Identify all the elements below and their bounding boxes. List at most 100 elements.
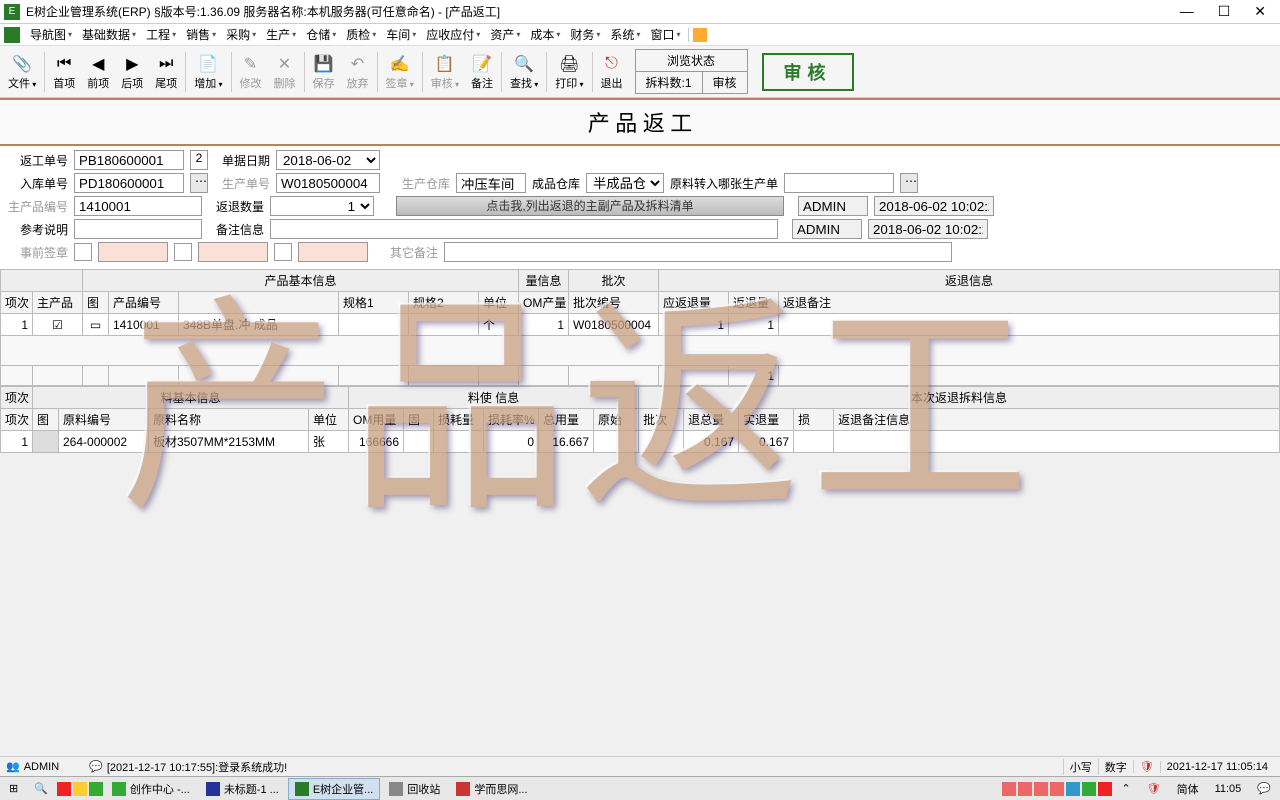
input-returnno[interactable] xyxy=(74,150,184,170)
taskbar-item-active[interactable]: E树企业管... xyxy=(288,778,381,800)
menu-qc[interactable]: 质检 xyxy=(342,24,380,45)
label-noteinfo: 备注信息 xyxy=(208,221,264,238)
menu-purchase[interactable]: 采购 xyxy=(222,24,260,45)
maximize-button[interactable]: ☐ xyxy=(1218,3,1231,20)
tool-edit[interactable]: ✎修改 xyxy=(234,51,268,93)
tool-file[interactable]: 📎文件 xyxy=(2,51,42,93)
tray-clock[interactable]: 11:05 xyxy=(1208,780,1249,798)
tray-icon[interactable] xyxy=(1066,782,1080,796)
status-box: 浏览状态 拆料数:1 审核 xyxy=(635,49,748,94)
tray-icon[interactable] xyxy=(1050,782,1064,796)
grid-materials: 项次 料基本信息 料使 信息 本次返退拆料信息 项次 图 原料编号 原料名称 单… xyxy=(0,386,1280,453)
tool-first[interactable]: ⏮首项 xyxy=(47,51,81,93)
qq-icon[interactable] xyxy=(57,782,71,796)
tool-save[interactable]: 💾保存 xyxy=(307,51,341,93)
grp2-basic: 料基本信息 xyxy=(33,387,349,409)
tray-chevron-icon[interactable]: ⌃ xyxy=(1114,779,1137,798)
check-presign-3[interactable] xyxy=(274,243,292,261)
menu-sales[interactable]: 销售 xyxy=(182,24,220,45)
list-button[interactable]: 点击我,列出返退的主副产品及拆料清单 xyxy=(396,196,784,216)
presign-box-2 xyxy=(198,242,268,262)
tray-icon[interactable] xyxy=(1002,782,1016,796)
tool-del[interactable]: ✕删除 xyxy=(268,51,302,93)
menu-window[interactable]: 窗口 xyxy=(646,24,684,45)
menu-finance[interactable]: 财务 xyxy=(566,24,604,45)
menu-basedata[interactable]: 基础数据 xyxy=(78,24,140,45)
menu-warehouse[interactable]: 仓储 xyxy=(302,24,340,45)
tool-audit[interactable]: 📋审核 xyxy=(425,51,465,93)
menu-project[interactable]: 工程 xyxy=(142,24,180,45)
status-audit: 审核 xyxy=(703,72,747,93)
label-prodwh: 生产仓库 xyxy=(402,175,450,192)
input-othernote[interactable] xyxy=(444,242,952,262)
menu-production[interactable]: 生产 xyxy=(262,24,300,45)
menubar: 导航图 基础数据 工程 销售 采购 生产 仓储 质检 车间 应收应付 资产 成本… xyxy=(0,24,1280,46)
tray-icon[interactable] xyxy=(1018,782,1032,796)
label-returnno: 返工单号 xyxy=(8,152,68,169)
minimize-button[interactable]: — xyxy=(1180,3,1194,20)
close-button[interactable]: ✕ xyxy=(1254,3,1266,20)
input-ref[interactable] xyxy=(74,219,202,239)
taskbar-item[interactable]: 回收站 xyxy=(382,778,447,800)
menu-asset[interactable]: 资产 xyxy=(486,24,524,45)
tool-sign[interactable]: ✍签章 xyxy=(380,51,420,93)
input-finwh[interactable]: 半成品仓 xyxy=(586,173,664,193)
tool-add[interactable]: 📄增加 xyxy=(188,51,228,93)
menu-workshop[interactable]: 车间 xyxy=(382,24,420,45)
tool-find[interactable]: 🔍查找 xyxy=(504,51,544,93)
table-row[interactable]: 1 264-000002 板材3507MM*2153MM 张 166666 0 … xyxy=(1,431,1280,453)
tool-print[interactable]: 🖨打印 xyxy=(549,51,589,93)
input-matto[interactable] xyxy=(784,173,894,193)
tray-ime[interactable]: 简体 xyxy=(1170,778,1206,800)
mail-icon[interactable] xyxy=(693,28,707,42)
taskbar-item[interactable]: 学而思网... xyxy=(449,778,534,800)
toolbar: 📎文件 ⏮首项 ◀前项 ▶后项 ⏭尾项 📄增加 ✎修改 ✕删除 💾保存 ↶放弃 … xyxy=(0,46,1280,98)
menu-system[interactable]: 系统 xyxy=(606,24,644,45)
tray-icon[interactable] xyxy=(1098,782,1112,796)
check-presign-2[interactable] xyxy=(174,243,192,261)
tool-prev[interactable]: ◀前项 xyxy=(81,51,115,93)
grp-basic: 产品基本信息 xyxy=(83,270,519,292)
browse-inno[interactable]: ⋯ xyxy=(190,173,208,193)
grp-ret: 返退信息 xyxy=(659,270,1280,292)
input-mainprod[interactable] xyxy=(74,196,202,216)
taskbar-item[interactable]: 未标题-1 ... xyxy=(199,778,286,800)
table-sum xyxy=(1,336,1280,366)
menu-arap[interactable]: 应收应付 xyxy=(422,24,484,45)
input-billdate[interactable]: 2018-06-02 xyxy=(276,150,380,170)
form-area: 返工单号 2 单据日期 2018-06-02 入库单号 ⋯ 生产单号 生产仓库 … xyxy=(0,146,1280,269)
taskbar-item[interactable]: 创作中心 -... xyxy=(105,778,197,800)
window-title: E树企业管理系统(ERP) §版本号:1.36.09 服务器名称:本机服务器(可… xyxy=(26,3,1180,20)
tool-next[interactable]: ▶后项 xyxy=(115,51,149,93)
menu-cost[interactable]: 成本 xyxy=(526,24,564,45)
label-presign: 事前签章 xyxy=(8,244,68,261)
tool-last[interactable]: ⏭尾项 xyxy=(149,51,183,93)
tool-cancel[interactable]: ↶放弃 xyxy=(341,51,375,93)
edge-icon[interactable] xyxy=(89,782,103,796)
tray-icon[interactable] xyxy=(1082,782,1096,796)
tray-icon[interactable] xyxy=(1034,782,1048,796)
tool-note[interactable]: 📝备注 xyxy=(465,51,499,93)
tray-notif-icon[interactable]: 💬 xyxy=(1250,779,1278,798)
input-retqty[interactable]: 1 xyxy=(270,196,374,216)
label-billdate: 单据日期 xyxy=(214,152,270,169)
presign-box-1 xyxy=(98,242,168,262)
check-presign-1[interactable] xyxy=(74,243,92,261)
tool-exit[interactable]: ⎋退出 xyxy=(595,51,629,93)
start-button[interactable]: ⊞ xyxy=(2,779,25,798)
table-row[interactable]: 1 ☑ ▭ 1410001 348B单盘.冲 成品 个 1 W018050000… xyxy=(1,314,1280,336)
app-icon: E xyxy=(4,4,20,20)
grp-qty: 量信息 xyxy=(519,270,569,292)
input-prodno[interactable] xyxy=(276,173,380,193)
input-prodwh[interactable] xyxy=(456,173,526,193)
menu-nav[interactable]: 导航图 xyxy=(26,24,76,45)
label-othernote: 其它备注 xyxy=(390,244,438,261)
input-inno[interactable] xyxy=(74,173,184,193)
input-noteinfo[interactable] xyxy=(270,219,778,239)
audit-stamp: 审核 xyxy=(762,53,854,91)
browse-matto[interactable]: ⋯ xyxy=(900,173,918,193)
tray-shield-icon[interactable]: 🛡 xyxy=(1140,779,1168,798)
folder-icon[interactable] xyxy=(73,782,87,796)
status-bubble-icon: 💬 xyxy=(89,760,103,773)
search-button[interactable]: 🔍 xyxy=(27,779,55,798)
